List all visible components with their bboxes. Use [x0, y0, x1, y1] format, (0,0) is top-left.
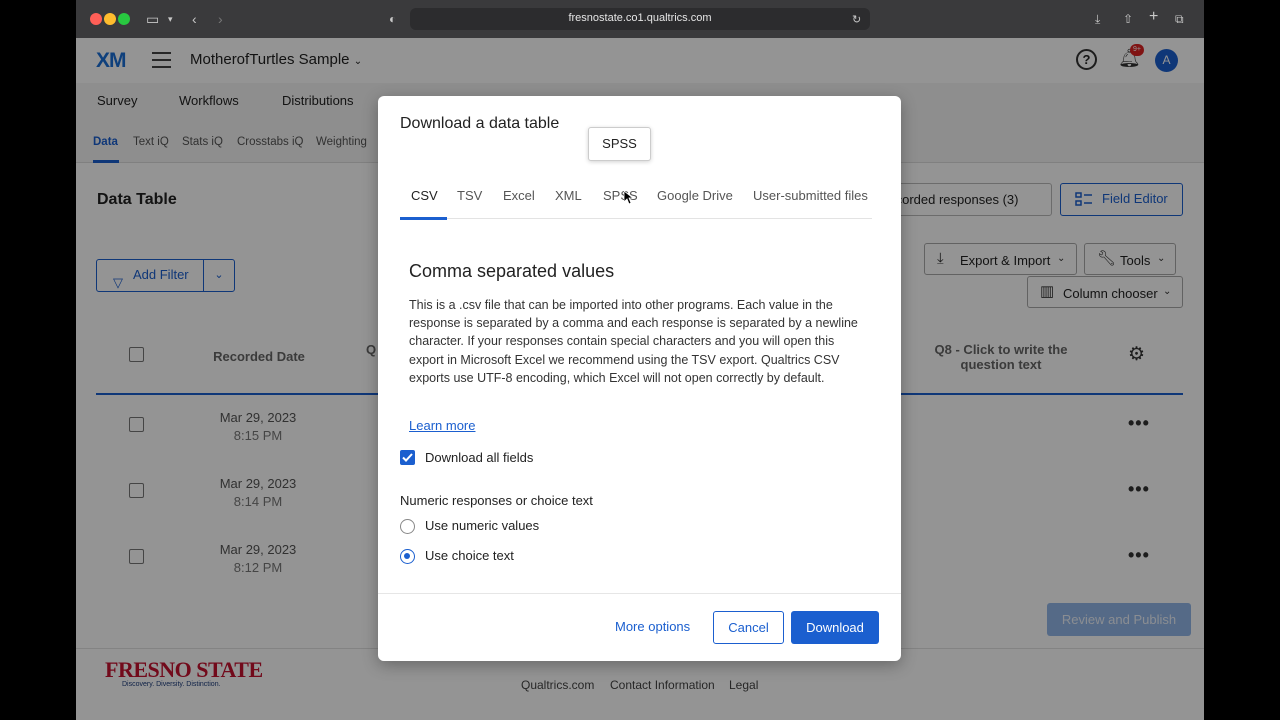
cancel-button[interactable]: Cancel	[713, 611, 784, 644]
use-numeric-values-label[interactable]: Use numeric values	[425, 518, 539, 533]
new-tab-icon[interactable]: +	[1149, 8, 1158, 26]
download-icon[interactable]: ⤓	[1095, 10, 1100, 28]
use-numeric-values-radio[interactable]	[400, 519, 415, 534]
minimize-window-button[interactable]	[104, 13, 116, 25]
active-tab-indicator	[400, 217, 447, 220]
learn-more-link[interactable]: Learn more	[409, 418, 475, 433]
tab-csv[interactable]: CSV	[411, 188, 438, 203]
tab-divider	[400, 218, 872, 219]
browser-window: ▭ ▾ ‹ › ◐ fresnostate.co1.qualtrics.com …	[76, 0, 1204, 720]
tab-user-submitted-files[interactable]: User-submitted files	[753, 188, 868, 203]
forward-icon[interactable]: ›	[218, 10, 223, 28]
browser-toolbar: ▭ ▾ ‹ › ◐ fresnostate.co1.qualtrics.com …	[76, 0, 1204, 38]
sidebar-icon[interactable]: ▭	[146, 10, 159, 28]
close-window-button[interactable]	[90, 13, 102, 25]
tab-excel[interactable]: Excel	[503, 188, 535, 203]
format-description: This is a .csv file that can be imported…	[409, 298, 858, 385]
tab-google-drive[interactable]: Google Drive	[657, 188, 733, 203]
format-heading: Comma separated values	[409, 261, 615, 281]
more-options-button[interactable]: More options	[615, 619, 690, 634]
dialog-footer-divider	[378, 593, 901, 594]
share-icon[interactable]: ⇧	[1123, 10, 1133, 28]
tab-tsv[interactable]: TSV	[457, 188, 482, 203]
zoom-window-button[interactable]	[118, 13, 130, 25]
chevron-down-icon[interactable]: ▾	[168, 10, 173, 28]
tab-xml[interactable]: XML	[555, 188, 582, 203]
download-all-fields-label[interactable]: Download all fields	[425, 450, 533, 465]
use-choice-text-radio[interactable]	[400, 549, 415, 564]
tooltip: SPSS	[588, 127, 651, 161]
dialog-title: Download a data table	[400, 115, 560, 132]
url-text: fresnostate.co1.qualtrics.com	[568, 12, 712, 24]
download-button[interactable]: Download	[791, 611, 879, 644]
shield-icon[interactable]: ◐	[389, 10, 396, 28]
numeric-responses-label: Numeric responses or choice text	[400, 493, 593, 508]
download-dialog: Download a data table SPSS CSV TSV Excel…	[378, 96, 901, 661]
use-choice-text-label[interactable]: Use choice text	[425, 548, 514, 563]
mouse-cursor-icon	[624, 191, 634, 205]
checkmark-icon	[402, 453, 413, 462]
download-all-fields-checkbox[interactable]	[400, 450, 415, 465]
back-icon[interactable]: ‹	[192, 10, 197, 28]
tab-overview-icon[interactable]: ⧉	[1175, 10, 1184, 28]
reload-icon[interactable]: ↻	[852, 11, 861, 29]
address-bar[interactable]: fresnostate.co1.qualtrics.com	[410, 8, 870, 30]
